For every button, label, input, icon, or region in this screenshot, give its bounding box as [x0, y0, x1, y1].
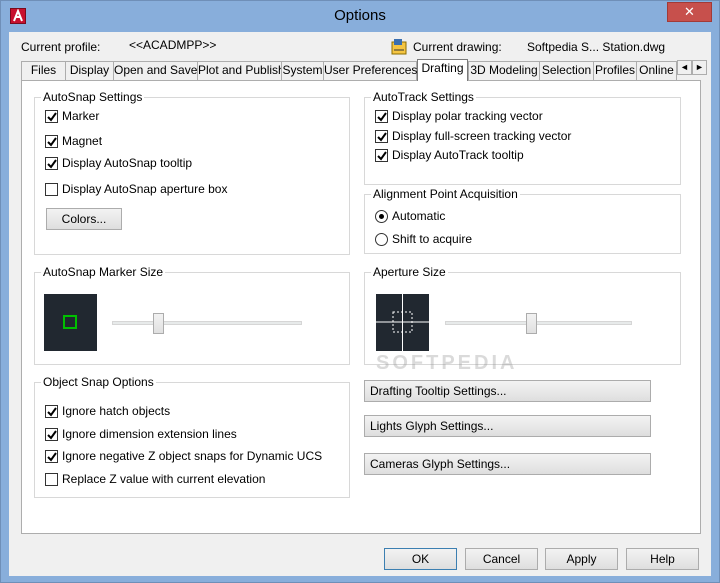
autotrack-tooltip-label: Display AutoTrack tooltip [392, 148, 524, 162]
drafting-tooltip-settings-button[interactable]: Drafting Tooltip Settings... [364, 380, 651, 402]
autosnap-tooltip-label: Display AutoSnap tooltip [62, 156, 193, 170]
checkbox-icon [45, 473, 58, 486]
marker-size-slider-thumb[interactable] [153, 313, 164, 334]
window-title: Options [334, 7, 386, 24]
radio-icon [375, 233, 388, 246]
tab-3d-modeling[interactable]: 3D Modeling [468, 61, 540, 80]
aperture-size-slider-thumb[interactable] [526, 313, 537, 334]
drawing-file-icon [391, 39, 409, 55]
checkbox-icon [45, 405, 58, 418]
ignore-negative-z-label: Ignore negative Z object snaps for Dynam… [62, 449, 323, 463]
tab-display[interactable]: Display [65, 61, 114, 80]
checkbox-icon [45, 450, 58, 463]
aperture-size-group: Aperture Size [364, 265, 681, 365]
checkbox-icon [45, 183, 58, 196]
autosnap-settings-group: AutoSnap Settings Marker Magnet Display … [34, 90, 350, 255]
aperture-size-slider-track[interactable] [445, 321, 632, 325]
help-button[interactable]: Help [626, 548, 699, 570]
lights-glyph-settings-button[interactable]: Lights Glyph Settings... [364, 415, 651, 437]
checkbox-icon [45, 157, 58, 170]
checkbox-icon [45, 110, 58, 123]
current-profile-label: Current profile: [21, 40, 101, 54]
aperture-preview [376, 294, 429, 351]
autosnap-aperture-label: Display AutoSnap aperture box [62, 182, 228, 196]
tab-selection[interactable]: Selection [539, 61, 594, 80]
marker-size-title: AutoSnap Marker Size [41, 265, 166, 279]
tab-open-and-save[interactable]: Open and Save [113, 61, 198, 80]
tab-scroll-right-icon[interactable]: ► [692, 60, 707, 75]
profile-row: Current profile: <<ACADMPP>> Current dra… [9, 38, 711, 56]
marker-size-slider-track[interactable] [112, 321, 302, 325]
tab-drafting[interactable]: Drafting [417, 59, 468, 81]
current-drawing-value: Softpedia S... Station.dwg [527, 40, 666, 54]
alignment-acquisition-title: Alignment Point Acquisition [371, 187, 520, 201]
autosnap-settings-title: AutoSnap Settings [41, 90, 145, 104]
autotrack-settings-group: AutoTrack Settings Display polar trackin… [364, 90, 681, 185]
checkbox-icon [45, 135, 58, 148]
fullscreen-tracking-label: Display full-screen tracking vector [392, 129, 572, 143]
ignore-hatch-label: Ignore hatch objects [62, 404, 171, 418]
options-dialog: Options ✕ Current profile: <<ACADMPP>> C… [0, 0, 720, 583]
colors-button[interactable]: Colors... [46, 208, 122, 230]
tab-plot-and-publish[interactable]: Plot and Publish [197, 61, 285, 80]
tab-files[interactable]: Files [21, 61, 66, 80]
marker-preview [44, 294, 97, 351]
ok-button[interactable]: OK [384, 548, 457, 570]
radio-icon [375, 210, 388, 223]
magnet-label: Magnet [62, 134, 103, 148]
replace-z-label: Replace Z value with current elevation [62, 472, 266, 486]
ignore-dimension-label: Ignore dimension extension lines [62, 427, 237, 441]
polar-tracking-label: Display polar tracking vector [392, 109, 543, 123]
aperture-size-title: Aperture Size [371, 265, 448, 279]
close-button[interactable]: ✕ [667, 2, 712, 22]
object-snap-options-group: Object Snap Options Ignore hatch objects… [34, 375, 350, 498]
tab-user-preferences[interactable]: User Preferences [323, 61, 417, 80]
cancel-button[interactable]: Cancel [465, 548, 538, 570]
checkbox-icon [375, 110, 388, 123]
checkbox-icon [375, 149, 388, 162]
drafting-page: AutoSnap Settings Marker Magnet Display … [21, 80, 701, 534]
autotrack-settings-title: AutoTrack Settings [371, 90, 476, 104]
cameras-glyph-settings-button[interactable]: Cameras Glyph Settings... [364, 453, 651, 475]
tab-strip: Files Display Open and Save Plot and Pub… [21, 59, 707, 81]
shift-to-acquire-label: Shift to acquire [392, 232, 473, 246]
tab-online[interactable]: Online [636, 61, 677, 80]
tab-system[interactable]: System [281, 61, 324, 80]
alignment-acquisition-group: Alignment Point Acquisition Automatic Sh… [364, 187, 681, 254]
tab-scroll-left-icon[interactable]: ◄ [677, 60, 692, 75]
tab-profiles[interactable]: Profiles [593, 61, 637, 80]
current-profile-value: <<ACADMPP>> [129, 38, 217, 52]
dialog-body: Current profile: <<ACADMPP>> Current dra… [9, 32, 711, 576]
current-drawing-label: Current drawing: [413, 40, 502, 54]
title-bar[interactable]: Options ✕ [1, 1, 719, 32]
apply-button[interactable]: Apply [545, 548, 618, 570]
marker-label: Marker [62, 109, 100, 123]
marker-size-group: AutoSnap Marker Size [34, 265, 350, 365]
checkbox-icon [45, 428, 58, 441]
object-snap-options-title: Object Snap Options [41, 375, 156, 389]
checkbox-icon [375, 130, 388, 143]
automatic-label: Automatic [392, 209, 446, 223]
